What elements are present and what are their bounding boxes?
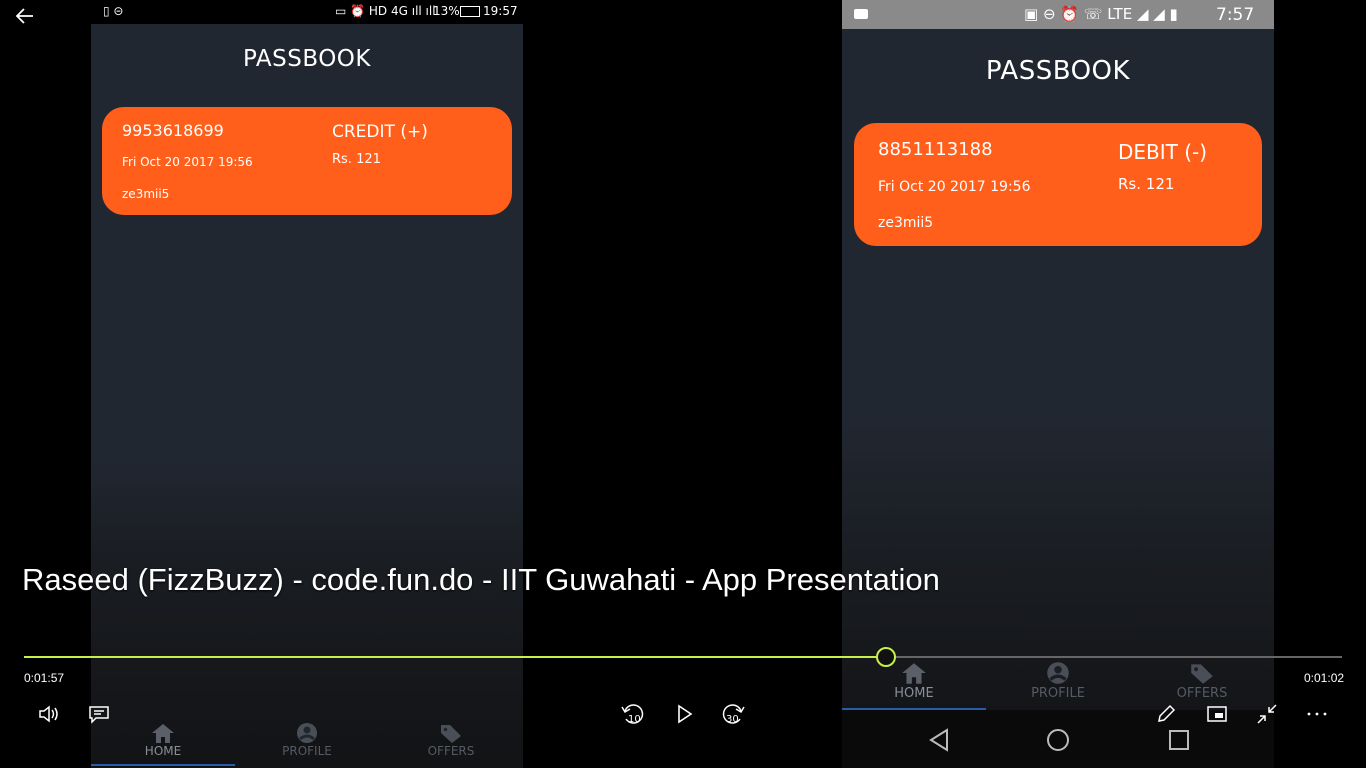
back-arrow-icon[interactable] bbox=[14, 6, 36, 26]
card-transaction-type: CREDIT (+) bbox=[332, 122, 428, 142]
exit-fullscreen-button[interactable] bbox=[1253, 700, 1281, 728]
battery-icon bbox=[460, 6, 480, 17]
system-icons: ▣ ⊖ ⏰ ☏ LTE ◢ ◢ ▮ bbox=[1024, 5, 1178, 23]
skip-back-button[interactable]: 10 bbox=[619, 700, 647, 728]
play-button[interactable] bbox=[670, 700, 698, 728]
right-phone-screen: ▣ ⊖ ⏰ ☏ LTE ◢ ◢ ▮ 7:57 PASSBOOK 88511131… bbox=[842, 0, 1274, 768]
rewind-icon: 10 bbox=[621, 704, 644, 725]
card-amount: Rs. 121 bbox=[332, 152, 381, 167]
nav-profile[interactable]: PROFILE bbox=[986, 660, 1130, 710]
status-time: 19:57 bbox=[483, 4, 518, 18]
card-code: ze3mii5 bbox=[122, 187, 170, 201]
nav-home[interactable]: HOME bbox=[91, 722, 235, 766]
seek-thumb[interactable] bbox=[875, 647, 896, 667]
nav-offers-label: OFFERS bbox=[427, 744, 475, 758]
nav-home-label: HOME bbox=[144, 744, 182, 758]
video-camera-icon bbox=[854, 9, 868, 19]
nav-home-label: HOME bbox=[894, 686, 934, 701]
skip-forward-button[interactable]: 30 bbox=[719, 700, 747, 728]
captions-icon bbox=[89, 706, 109, 724]
home-icon bbox=[152, 724, 174, 743]
elapsed-time: 0:01:57 bbox=[24, 671, 65, 685]
skip-forward-seconds: 30 bbox=[726, 714, 739, 725]
nav-profile[interactable]: PROFILE bbox=[235, 722, 379, 766]
mini-view-button[interactable] bbox=[1203, 700, 1231, 728]
system-icons: ▭ ⏰ HD 4G ıll ıll bbox=[335, 4, 436, 18]
transaction-card[interactable]: 9953618699 Fri Oct 20 2017 19:56 ze3mii5… bbox=[102, 107, 512, 215]
more-icon bbox=[1307, 712, 1327, 716]
nav-home[interactable]: HOME bbox=[842, 660, 986, 710]
card-datetime: Fri Oct 20 2017 19:56 bbox=[122, 155, 253, 169]
android-back-icon[interactable] bbox=[928, 728, 950, 752]
battery-percent: 13% bbox=[433, 4, 460, 18]
nav-offers-label: OFFERS bbox=[1176, 686, 1228, 701]
status-bar: ▯ ⊝ ▭ ⏰ HD 4G ıll ıll 13% 19:57 bbox=[91, 0, 523, 24]
play-icon bbox=[678, 704, 693, 724]
status-bar: ▣ ⊖ ⏰ ☏ LTE ◢ ◢ ▮ 7:57 bbox=[842, 0, 1274, 29]
nav-profile-label: PROFILE bbox=[282, 744, 332, 758]
skip-back-seconds: 10 bbox=[628, 714, 641, 725]
status-time: 7:57 bbox=[1216, 5, 1255, 25]
seek-progress bbox=[24, 656, 885, 658]
page-title: PASSBOOK bbox=[243, 46, 371, 72]
edit-button[interactable] bbox=[1152, 700, 1180, 728]
video-title: Raseed (FizzBuzz) - code.fun.do - IIT Gu… bbox=[22, 562, 940, 597]
left-phone-screen: ▯ ⊝ ▭ ⏰ HD 4G ıll ıll 13% 19:57 PASSBOOK… bbox=[91, 0, 523, 768]
home-icon bbox=[902, 663, 926, 684]
page-title: PASSBOOK bbox=[985, 56, 1131, 86]
card-code: ze3mii5 bbox=[878, 215, 934, 231]
card-phone-number: 9953618699 bbox=[122, 121, 224, 140]
collapse-icon bbox=[1257, 704, 1277, 724]
more-options-button[interactable] bbox=[1303, 700, 1331, 728]
volume-icon bbox=[39, 705, 58, 723]
notification-icons: ▯ ⊝ bbox=[103, 4, 124, 18]
card-amount: Rs. 121 bbox=[1118, 175, 1175, 193]
card-transaction-type: DEBIT (-) bbox=[1118, 140, 1208, 164]
profile-icon bbox=[1047, 662, 1069, 684]
nav-profile-label: PROFILE bbox=[1031, 686, 1085, 701]
fast-forward-icon: 30 bbox=[722, 704, 745, 725]
android-home-icon[interactable] bbox=[1046, 728, 1070, 752]
picture-in-picture-icon bbox=[1207, 706, 1227, 722]
seek-bar[interactable] bbox=[24, 647, 1342, 667]
bottom-nav: HOME PROFILE OFFERS bbox=[91, 722, 523, 766]
tag-icon bbox=[441, 725, 461, 743]
tag-icon bbox=[1191, 664, 1213, 684]
card-datetime: Fri Oct 20 2017 19:56 bbox=[878, 179, 1031, 195]
transaction-card[interactable]: 8851113188 Fri Oct 20 2017 19:56 ze3mii5… bbox=[854, 123, 1262, 246]
card-phone-number: 8851113188 bbox=[878, 139, 993, 160]
profile-icon bbox=[297, 723, 317, 743]
pencil-icon bbox=[1158, 704, 1176, 722]
android-recents-icon[interactable] bbox=[1168, 729, 1190, 751]
volume-button[interactable] bbox=[35, 700, 63, 728]
captions-button[interactable] bbox=[85, 700, 113, 728]
remaining-time: 0:01:02 bbox=[1304, 671, 1345, 685]
nav-offers[interactable]: OFFERS bbox=[379, 722, 523, 766]
